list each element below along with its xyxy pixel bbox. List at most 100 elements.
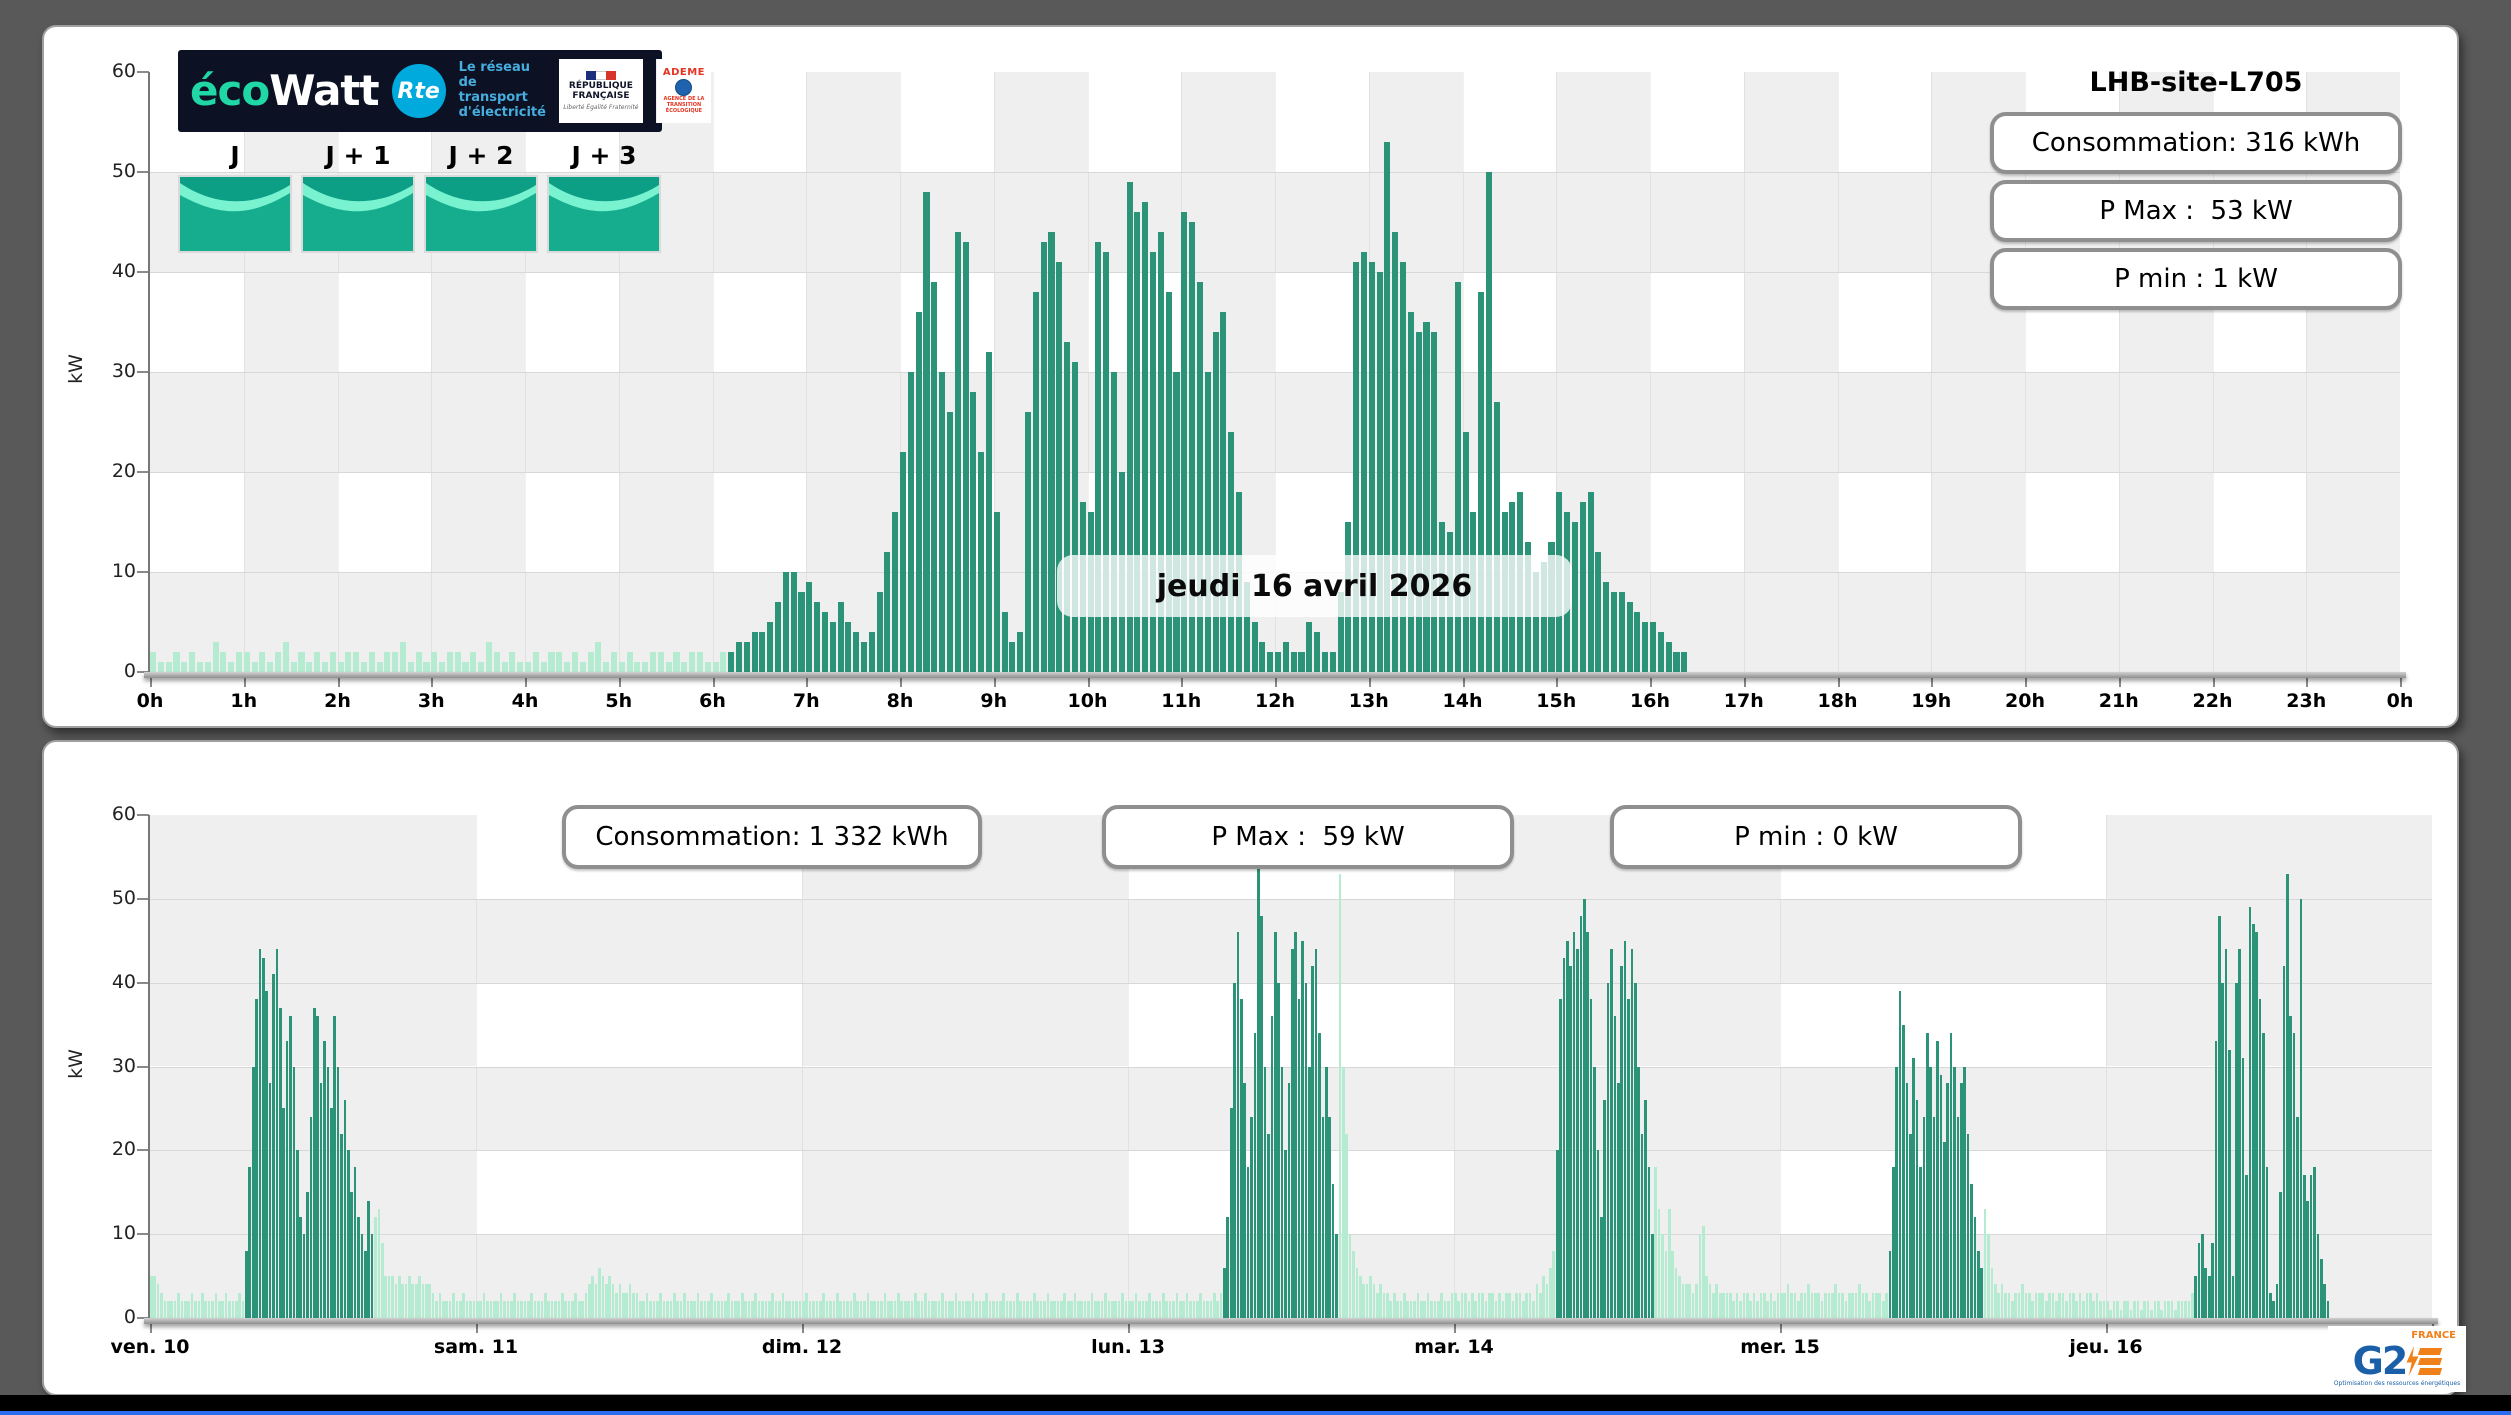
chart-bar <box>676 1301 679 1318</box>
chart-bar <box>1983 1209 1987 1318</box>
chart-bar <box>1348 1234 1352 1318</box>
chart-bar <box>1087 1301 1090 1318</box>
chart-bar <box>951 1301 955 1318</box>
chart-bar <box>1946 1083 1950 1318</box>
chart-bar <box>849 1301 853 1318</box>
chart-bar <box>455 1301 459 1318</box>
chart-bar <box>744 1301 747 1318</box>
day-button-j3[interactable]: J + 3 <box>547 139 661 253</box>
chart-bar <box>1725 1292 1729 1318</box>
chart-bar <box>2313 1167 2316 1318</box>
chart-bar <box>917 1301 921 1318</box>
chart-bar <box>1861 1292 1865 1318</box>
chart-bar <box>806 582 813 672</box>
chart-bar <box>1250 1116 1253 1318</box>
chart-bar <box>1022 1301 1026 1318</box>
chart-bar <box>165 662 172 672</box>
chart-bar <box>346 1150 350 1318</box>
chart-bar <box>611 1284 615 1318</box>
chart-bar <box>1431 332 1438 672</box>
chart-bar <box>657 652 664 672</box>
chart-bar <box>1121 1292 1124 1318</box>
chart-bar <box>981 1301 985 1318</box>
chart-bar <box>1236 932 1240 1318</box>
chart-bar <box>1036 1301 1039 1318</box>
chart-bar <box>2235 982 2238 1318</box>
chart-bar <box>1817 1292 1820 1318</box>
rte-logo-label: Rte <box>397 78 440 104</box>
chart-bar <box>1389 1301 1393 1318</box>
chart-bar <box>1807 1284 1810 1318</box>
chart-bar <box>1407 312 1414 672</box>
grid-cell <box>802 982 1128 1067</box>
chart-bar <box>1212 1292 1216 1318</box>
chart-bar <box>520 1301 523 1318</box>
chart-bar <box>285 1041 289 1318</box>
chart-bar <box>1549 1267 1552 1318</box>
chart-bar <box>319 1083 323 1318</box>
x-tick-label: sam. 11 <box>433 1336 519 1358</box>
y-tick-label: 0 <box>123 1306 136 1328</box>
day-button-j1[interactable]: J + 1 <box>301 139 415 253</box>
chart-bar <box>1046 1292 1050 1318</box>
chart-bar <box>795 1301 798 1318</box>
chart-bar <box>560 1292 564 1318</box>
x-tick-mark <box>1780 1324 1782 1333</box>
chart-bar <box>618 662 625 672</box>
chart-bar <box>411 1284 415 1318</box>
chart-bar <box>988 1301 992 1318</box>
chart-bar <box>907 1301 910 1318</box>
chart-bar <box>605 1284 608 1318</box>
chart-bar <box>435 1301 438 1318</box>
chart-bar <box>1705 1276 1708 1318</box>
chart-bar <box>1847 1292 1851 1318</box>
taskbar[interactable] <box>0 1395 2511 1415</box>
chart-bar <box>414 1284 418 1318</box>
week-chart-plot[interactable] <box>150 815 2432 1318</box>
chart-bar <box>231 1301 235 1318</box>
day-button-j[interactable]: J <box>178 139 292 253</box>
chart-bar <box>1545 1284 1549 1318</box>
chart-bar <box>713 1301 717 1318</box>
republique-francaise-title: RÉPUBLIQUE FRANÇAISE <box>569 81 633 102</box>
chart-bar <box>1100 1301 1104 1318</box>
chart-bar <box>166 1301 170 1318</box>
chart-bar <box>829 622 836 672</box>
chart-bar <box>537 1301 540 1318</box>
chart-bar <box>532 652 539 672</box>
chart-bar <box>1304 982 1308 1318</box>
chart-bar <box>1277 982 1281 1318</box>
chart-bar <box>1128 1301 1131 1318</box>
chart-bar <box>768 1301 771 1318</box>
chart-bar <box>696 652 703 672</box>
chart-bar <box>180 1301 184 1318</box>
day-button-label: J + 1 <box>325 141 391 170</box>
chart-bar <box>941 1292 944 1318</box>
chart-bar <box>995 1301 999 1318</box>
chart-bar <box>587 652 594 672</box>
chart-bar <box>2316 1234 2320 1318</box>
chart-bar <box>302 1234 306 1318</box>
chart-bar <box>530 1292 533 1318</box>
x-tick-mark <box>712 678 715 687</box>
chart-bar <box>693 1301 696 1318</box>
x-tick-mark <box>337 678 340 687</box>
chart-bar <box>1329 652 1336 672</box>
chart-bar <box>1297 999 1301 1318</box>
chart-bar <box>829 1301 832 1318</box>
chart-bar <box>790 572 797 672</box>
chart-bar <box>1063 1292 1067 1318</box>
chart-bar <box>163 1301 167 1318</box>
chart-bar <box>337 662 344 672</box>
day-button-j2[interactable]: J + 2 <box>424 139 538 253</box>
chart-bar <box>251 1066 255 1318</box>
chart-bar <box>666 1301 669 1318</box>
chart-bar <box>2112 1301 2116 1318</box>
chart-bar <box>2197 1242 2201 1318</box>
chart-bar <box>1678 1276 1681 1318</box>
grid-cell <box>993 72 1088 172</box>
chart-bar <box>634 662 641 672</box>
chart-bar <box>1433 1301 1437 1318</box>
chart-bar <box>1335 1234 1338 1318</box>
chart-bar <box>1620 965 1624 1318</box>
